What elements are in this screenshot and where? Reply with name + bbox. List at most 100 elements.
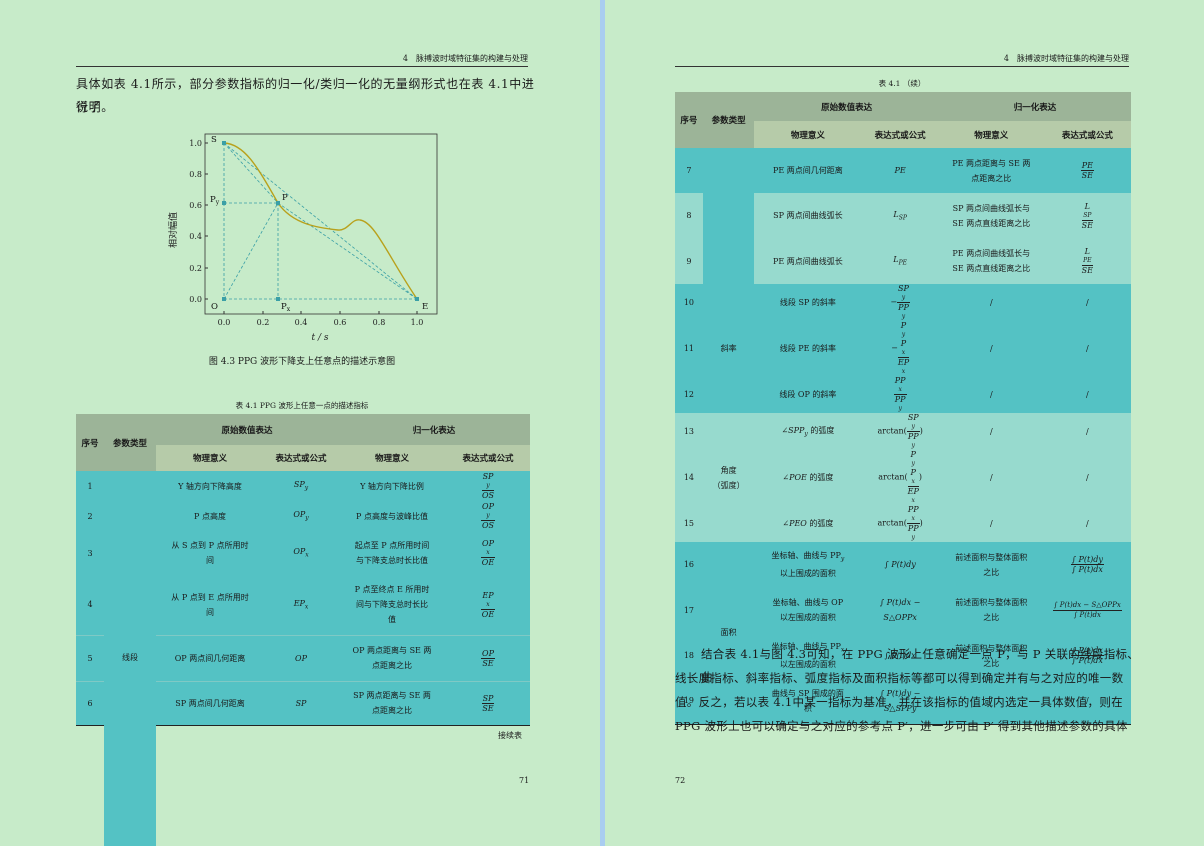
table-cell: OP 两点距离与 SE 两点距离之比 — [352, 646, 432, 670]
table-cell: 12 — [683, 390, 695, 399]
table-cell: Y 轴方向下降比例 — [360, 481, 424, 491]
table-cell: SP 两点间曲线弧长与 SE 两点直线距离之比 — [952, 203, 1031, 228]
table-cell: 序号 — [675, 92, 703, 148]
table-cell: / — [1085, 427, 1089, 436]
table-cell: OP SE — [481, 648, 495, 668]
x-tick-0: 0.0 — [218, 318, 231, 327]
table-cell: 线段 SP 的斜率 — [779, 298, 836, 307]
continue-label: 接续表 — [498, 731, 522, 740]
table-cell: OPy — [293, 510, 309, 522]
table-cell: Y 轴方向下降高度 — [178, 481, 242, 491]
table-cell: 3 — [87, 548, 93, 558]
table-cell: EPx — [293, 598, 309, 611]
table-cell: 归一化表达 — [938, 92, 1131, 121]
table-cell: 9 — [686, 256, 692, 266]
table-cell: − Py Px EP x — [891, 321, 910, 375]
table-cell: OPx — [293, 547, 309, 559]
table-cell: OP — [295, 653, 307, 663]
table-cell: 前述面积与整体面积 之比 — [955, 598, 1028, 622]
col-meaning-2: 物理意义 — [338, 445, 446, 471]
type-cell-segment: 线段 — [104, 471, 156, 725]
y-tick-0: 0.0 — [189, 295, 202, 304]
table-cell: ∫ P(t)dx − S△OPPx — [879, 598, 921, 622]
table-cell: 1 — [87, 481, 93, 491]
point-label-e: E — [422, 302, 428, 312]
x-tick-5: 1.0 — [411, 318, 424, 327]
table-cell: SP SE — [481, 693, 495, 713]
conclusion-line-3: 值。反之，若以表 4.1中某一指标为基准，并在该指标的值域内选定一具体数值，则在 — [675, 695, 1123, 709]
table-cell: / — [989, 344, 993, 353]
table-cell: 5 — [87, 653, 93, 663]
table-cell: arctan(Py Px EP x) — [878, 450, 922, 504]
x-tick-4: 0.8 — [373, 318, 386, 327]
table-cell: 6 — [87, 698, 93, 708]
point-label-p: P — [282, 193, 288, 203]
point-label-s: S — [211, 135, 217, 145]
right-page: 4 脉搏波时域特征集的构建与处理 表 4.1 （续） 序号 参数类型 原始数值表… — [605, 0, 1204, 846]
table-cell: P 点高度与波峰比值 — [356, 511, 428, 521]
dashed-guides — [223, 142, 418, 300]
table-cell: P 点高度 — [194, 511, 226, 521]
table-4-1-part2: 序号 参数类型 原始数值表达 归一化表达 物理意义 表达式或公式 物理意义 表达… — [675, 92, 1131, 725]
table-cell: PP x PP y — [893, 376, 907, 412]
table-cell: 8 — [686, 211, 692, 220]
table-cell: ∫ P(t)dx − S△OPPx ∫ P(t)dx — [1052, 600, 1122, 619]
y-tick-1: 0.2 — [189, 264, 202, 273]
table-cell: PE 两点间几何距离 — [773, 166, 843, 175]
table-cell: PE 两点间曲线弧长与 SE 两点直线距离之比 — [952, 249, 1031, 273]
col-meaning-1: 物理意义 — [156, 445, 264, 471]
left-page: 4 脉搏波时域特征集的构建与处理 具体如表 4.1所示，部分参数指标的归一化/类… — [0, 0, 600, 846]
table-cell: LPE — [893, 255, 907, 267]
col-type: 参数类型 — [104, 414, 156, 471]
table-row: 10 斜率 线段 SP 的斜率 − SP y PP y / / — [675, 284, 1131, 413]
table-cell: OP 两点间几何距离 — [174, 653, 246, 663]
table-continued-title: 表 4.1 （续） — [878, 79, 926, 88]
conclusion-line-4: PPG 波形上也可以确定与之对应的参考点 P′，进一步可由 P′ 得到其他描述参… — [675, 719, 1128, 733]
table-cell: 10 — [683, 298, 695, 307]
col-formula-2: 表达式或公式 — [446, 445, 530, 471]
figure-ppg-descending-limb: 0.0 0.2 0.4 0.6 0.8 1.0 0.0 0.2 0.4 0.6 … — [167, 133, 438, 343]
table-cell: PE 两点间曲线弧长 — [773, 256, 843, 266]
table-cell: / — [989, 390, 993, 399]
table-cell: / — [989, 473, 993, 482]
table-cell: ∫ P(t)dy — [884, 560, 916, 569]
table-cell: 从 S 点到 P 点所用时间 — [171, 541, 249, 565]
table-cell: PE — [894, 166, 906, 175]
x-axis-label: t / s — [312, 333, 329, 343]
table-row: 16 面积 坐标轴、曲线与 PPy 以上围成的面积 ∫ P(t)dy 前述面积与整… — [675, 542, 1131, 724]
table-cell: / — [989, 298, 993, 307]
table-cell: SP 两点间几何距离 — [175, 698, 245, 708]
x-tick-3: 0.6 — [334, 318, 347, 327]
table-cell: / — [1085, 519, 1089, 528]
left-running-header: 4 脉搏波时域特征集的构建与处理 — [76, 53, 528, 67]
table-cell: 起点至 P 点所用时间 与下降支总时长比值 — [354, 541, 430, 565]
table-cell: SP 两点间曲线弧长 — [773, 211, 843, 220]
table-cell: 坐标轴、曲线与 OP 以左围成的面积 — [772, 598, 844, 622]
table-cell: / — [989, 427, 993, 436]
table-cell: 参数类型 — [702, 92, 755, 148]
col-seq: 序号 — [76, 414, 104, 471]
figure-caption: 图 4.3 PPG 波形下降支上任意点的描述示意图 — [208, 357, 396, 367]
table-cell: 14 — [683, 473, 695, 482]
table-row: 7 PE 两点间几何距离 PE PE 两点距离与 SE 两点距离之比 PE SE — [675, 148, 1131, 284]
table-cell: 物理意义 — [938, 121, 1044, 148]
col-orig: 原始数值表达 — [156, 414, 338, 445]
table-cell: 7 — [686, 166, 692, 175]
table-cell: / — [989, 519, 993, 528]
table-cell: 斜率 — [702, 284, 755, 413]
table-cell: − SP y PP y — [890, 284, 910, 320]
table-cell: 2 — [87, 511, 93, 521]
table-cell: 17 — [683, 605, 695, 615]
table-title: 表 4.1 PPG 波形上任意一点的描述指标 — [235, 401, 369, 410]
conclusion-line-2: 线长度指标、斜率指标、弧度指标及面积指标等都可以得到确定并有与之对应的唯一数 — [675, 671, 1124, 685]
point-label-py: Py — [210, 195, 220, 206]
table-cell: 前述面积与整体面积 之比 — [955, 552, 1028, 577]
table-cell: L SP SE — [1081, 201, 1093, 230]
table-cell: 线段 PE 的斜率 — [779, 344, 837, 353]
table-cell: PE 两点距离与 SE 两点距离之比 — [952, 158, 1031, 183]
table-cell: / — [1085, 344, 1089, 353]
table-cell: / — [1085, 298, 1089, 307]
table-cell: 角度 （弧度） — [702, 413, 755, 542]
table-row: 13 角度 （弧度） ∠SPPy 的弧度 arctan(SP y PP y) / / — [675, 413, 1131, 542]
table-cell: 4 — [87, 600, 93, 610]
